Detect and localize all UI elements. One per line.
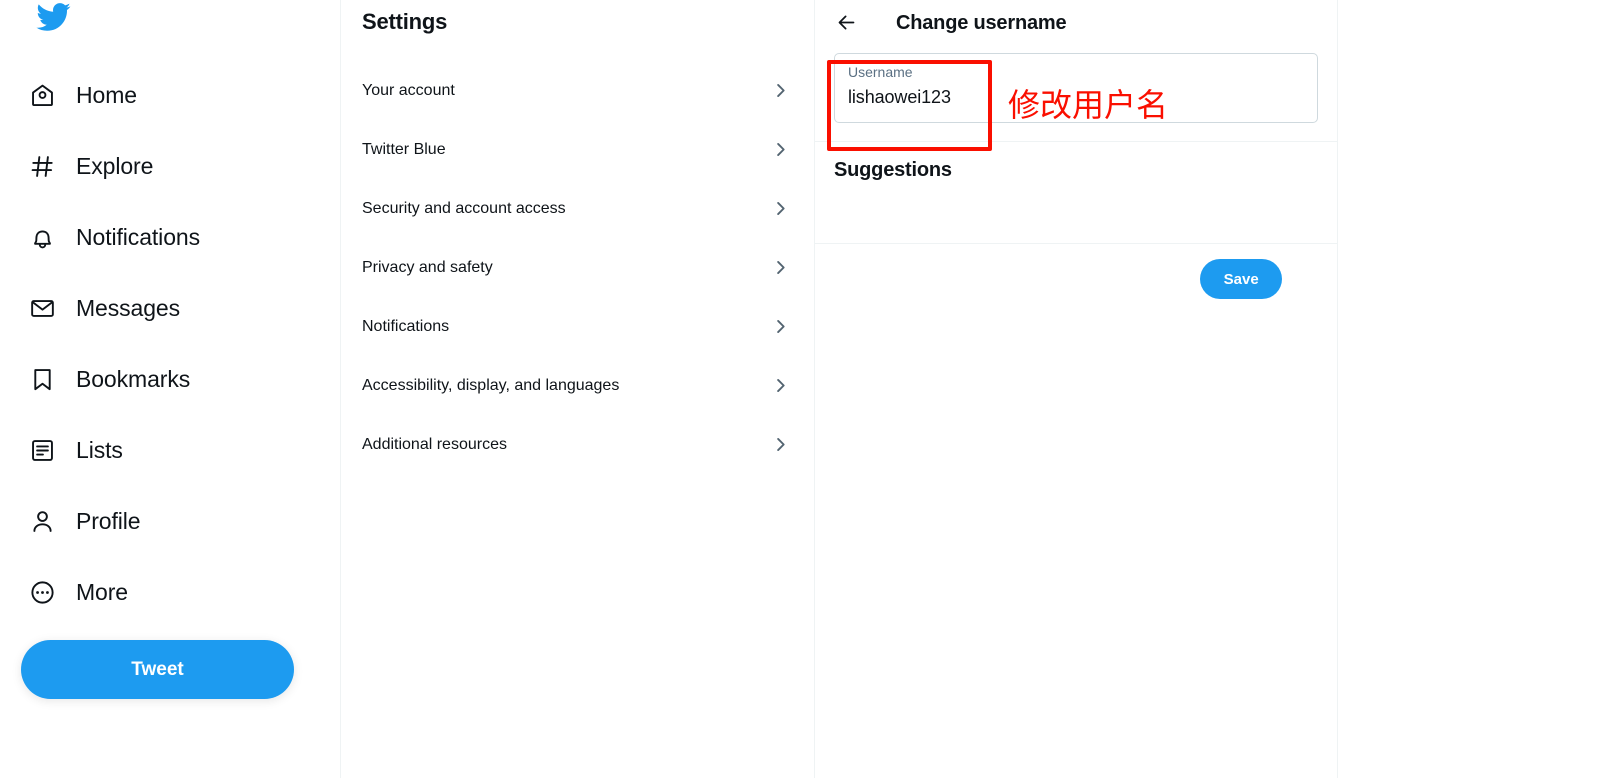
sidebar-item-explore[interactable]: Explore xyxy=(0,139,175,193)
save-button[interactable]: Save xyxy=(1200,259,1283,299)
chevron-right-icon xyxy=(771,376,790,395)
sidebar-item-label: Home xyxy=(76,82,137,108)
sidebar-nav-list: Home Explore Notifications Messages Book… xyxy=(0,68,340,636)
sidebar-item-bookmarks[interactable]: Bookmarks xyxy=(0,352,212,406)
twitter-logo[interactable] xyxy=(27,0,79,43)
back-button[interactable] xyxy=(829,7,863,41)
sidebar-item-home[interactable]: Home xyxy=(0,68,159,122)
hashtag-icon xyxy=(27,151,57,181)
settings-item-accessibility-display-and-languages[interactable]: Accessibility, display, and languages xyxy=(341,356,814,415)
sidebar-item-label: More xyxy=(76,579,129,605)
username-field[interactable]: Username lishaowei123 xyxy=(834,53,1319,123)
settings-item-label: Additional resources xyxy=(362,435,507,453)
tweet-button[interactable]: Tweet xyxy=(21,640,294,699)
settings-list: Your account Twitter Blue Security and a… xyxy=(341,61,814,474)
chevron-right-icon xyxy=(771,140,790,159)
home-icon xyxy=(27,80,57,110)
settings-item-security-and-account-access[interactable]: Security and account access xyxy=(341,179,814,238)
settings-item-label: Your account xyxy=(362,81,455,99)
arrow-left-icon xyxy=(836,12,857,36)
change-username-panel: Change username Username lishaowei123 Su… xyxy=(815,0,1339,778)
chevron-right-icon xyxy=(771,81,790,100)
sidebar-item-label: Profile xyxy=(76,508,141,534)
settings-page-title: Settings xyxy=(362,9,448,34)
settings-item-label: Twitter Blue xyxy=(362,140,446,158)
settings-item-privacy-and-safety[interactable]: Privacy and safety xyxy=(341,238,814,297)
username-field-section: Username lishaowei123 xyxy=(815,47,1338,142)
settings-item-label: Security and account access xyxy=(362,199,566,217)
bookmark-icon xyxy=(27,364,57,394)
twitter-settings-app: Home Explore Notifications Messages Book… xyxy=(0,0,1609,778)
chevron-right-icon xyxy=(771,435,790,454)
sidebar-item-profile[interactable]: Profile xyxy=(0,494,163,548)
settings-item-notifications[interactable]: Notifications xyxy=(341,297,814,356)
twitter-bird-icon xyxy=(35,0,71,35)
more-ellipsis-icon xyxy=(27,577,57,607)
sidebar-item-label: Explore xyxy=(76,153,154,179)
primary-sidebar: Home Explore Notifications Messages Book… xyxy=(0,0,340,778)
sidebar-item-label: Notifications xyxy=(76,224,200,250)
list-icon xyxy=(27,435,57,465)
sidebar-item-notifications[interactable]: Notifications xyxy=(0,210,222,264)
settings-item-label: Notifications xyxy=(362,317,450,335)
settings-item-label: Accessibility, display, and languages xyxy=(362,376,620,394)
settings-item-additional-resources[interactable]: Additional resources xyxy=(341,415,814,474)
person-icon xyxy=(27,506,57,536)
chevron-right-icon xyxy=(771,199,790,218)
sidebar-item-more[interactable]: More xyxy=(0,565,150,619)
envelope-icon xyxy=(27,293,57,323)
suggestions-title: Suggestions xyxy=(834,159,952,181)
sidebar-item-label: Bookmarks xyxy=(76,366,191,392)
sidebar-item-label: Messages xyxy=(76,295,181,321)
settings-column: Settings Your account Twitter Blue Secur… xyxy=(340,0,815,778)
right-rail xyxy=(1338,0,1609,778)
username-field-label: Username xyxy=(848,64,913,80)
chevron-right-icon xyxy=(771,317,790,336)
username-input[interactable]: lishaowei123 xyxy=(848,83,1304,111)
page-title: Change username xyxy=(896,12,1067,34)
settings-item-label: Privacy and safety xyxy=(362,258,493,276)
sidebar-item-label: Lists xyxy=(76,437,123,463)
bell-icon xyxy=(27,222,57,252)
suggestions-section: Suggestions xyxy=(815,142,1338,244)
sidebar-item-lists[interactable]: Lists xyxy=(0,423,145,477)
settings-item-your-account[interactable]: Your account xyxy=(341,61,814,120)
settings-item-twitter-blue[interactable]: Twitter Blue xyxy=(341,120,814,179)
sidebar-item-messages[interactable]: Messages xyxy=(0,281,202,335)
detail-header: Change username xyxy=(815,0,1337,47)
chevron-right-icon xyxy=(771,258,790,277)
save-row: Save xyxy=(815,244,1337,299)
